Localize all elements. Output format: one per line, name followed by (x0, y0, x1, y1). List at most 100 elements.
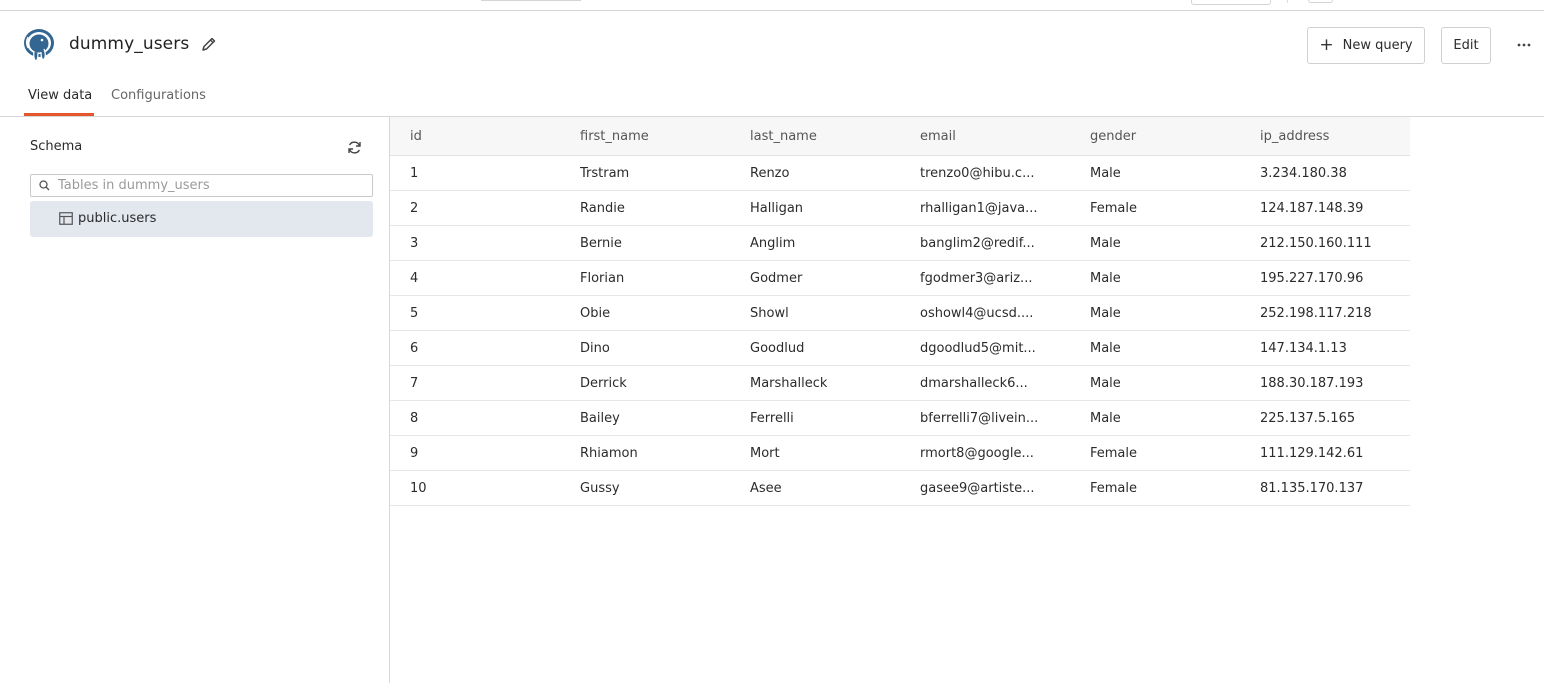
table-row[interactable]: 3 Bernie Anglim banglim2@redif... Male 2… (390, 226, 1410, 261)
cell-ip-address: 111.129.142.61 (1260, 445, 1364, 461)
cell-id: 9 (410, 445, 419, 461)
cell-last-name: Anglim (750, 235, 796, 251)
cell-ip-address: 124.187.148.39 (1260, 200, 1364, 216)
cell-first-name: Gussy (580, 480, 620, 496)
active-tab-indicator (24, 113, 94, 116)
cell-ip-address: 147.134.1.13 (1260, 340, 1347, 356)
column-header-last-name[interactable]: last_name (750, 117, 900, 155)
cell-email: bferrelli7@livein... (920, 410, 1038, 426)
cell-last-name: Godmer (750, 270, 803, 286)
cell-gender: Female (1090, 445, 1138, 461)
column-header-id[interactable]: id (410, 117, 560, 155)
cell-email: banglim2@redif... (920, 235, 1035, 251)
new-query-label: New query (1342, 38, 1413, 53)
toolbar-fragment (1287, 0, 1293, 3)
top-toolbar-strip (0, 0, 1544, 11)
tab-configurations[interactable]: Configurations (111, 88, 206, 116)
cell-gender: Male (1090, 165, 1121, 181)
cell-last-name: Renzo (750, 165, 790, 181)
cell-id: 10 (410, 480, 427, 496)
cell-first-name: Dino (580, 340, 610, 356)
cell-email: trenzo0@hibu.c... (920, 165, 1035, 181)
sidebar-item-public-users[interactable]: public.users (30, 201, 373, 237)
schema-sidebar: Schema public.users (0, 117, 390, 683)
cell-id: 1 (410, 165, 419, 181)
table-row[interactable]: 9 Rhiamon Mort rmort8@google... Female 1… (390, 436, 1410, 471)
plus-icon: + (1319, 35, 1334, 55)
cell-ip-address: 252.198.117.218 (1260, 305, 1372, 321)
table-icon (59, 212, 73, 225)
page-header: dummy_users + New query Edit (0, 11, 1544, 81)
cell-ip-address: 81.135.170.137 (1260, 480, 1364, 496)
cell-first-name: Trstram (580, 165, 630, 181)
schema-heading: Schema (30, 139, 83, 154)
tab-view-data[interactable]: View data (28, 88, 92, 116)
cell-first-name: Obie (580, 305, 611, 321)
cell-email: rmort8@google... (920, 445, 1034, 461)
table-row[interactable]: 2 Randie Halligan rhalligan1@java.... Fe… (390, 191, 1410, 226)
toolbar-fragment (1191, 0, 1271, 5)
data-table: id first_name last_name email gender ip_… (390, 117, 1410, 506)
pencil-icon[interactable] (200, 35, 218, 53)
cell-first-name: Florian (580, 270, 625, 286)
cell-id: 7 (410, 375, 419, 391)
table-row[interactable]: 5 Obie Showl oshowl4@ucsd.... Male 252.1… (390, 296, 1410, 331)
search-icon (39, 180, 50, 191)
cell-id: 5 (410, 305, 419, 321)
column-header-first-name[interactable]: first_name (580, 117, 730, 155)
cell-last-name: Mort (750, 445, 780, 461)
cell-last-name: Halligan (750, 200, 804, 216)
sidebar-item-label: public.users (78, 211, 157, 226)
table-row[interactable]: 6 Dino Goodlud dgoodlud5@mit... Male 147… (390, 331, 1410, 366)
cell-id: 2 (410, 200, 419, 216)
cell-email: oshowl4@ucsd.... (920, 305, 1034, 321)
cell-ip-address: 195.227.170.96 (1260, 270, 1364, 286)
cell-last-name: Goodlud (750, 340, 805, 356)
column-header-ip-address[interactable]: ip_address (1260, 117, 1410, 155)
cell-first-name: Bernie (580, 235, 622, 251)
cell-ip-address: 3.234.180.38 (1260, 165, 1347, 181)
table-row[interactable]: 4 Florian Godmer fgodmer3@ariz... Male 1… (390, 261, 1410, 296)
cell-last-name: Showl (750, 305, 789, 321)
toolbar-fragment (1308, 0, 1333, 3)
cell-email: dgoodlud5@mit... (920, 340, 1036, 356)
toolbar-fragment (481, 0, 581, 1)
new-query-button[interactable]: + New query (1307, 27, 1425, 64)
page-title: dummy_users (69, 34, 190, 54)
cell-gender: Male (1090, 375, 1121, 391)
edit-button[interactable]: Edit (1441, 27, 1491, 64)
edit-label: Edit (1453, 38, 1479, 53)
cell-id: 4 (410, 270, 419, 286)
cell-gender: Male (1090, 305, 1121, 321)
cell-email: gasee9@artiste... (920, 480, 1035, 496)
postgresql-logo (24, 29, 54, 62)
cell-email: dmarshalleck6... (920, 375, 1028, 391)
tab-bar: View data Configurations (0, 81, 1544, 117)
table-row[interactable]: 10 Gussy Asee gasee9@artiste... Female 8… (390, 471, 1410, 506)
table-search-field[interactable] (30, 174, 373, 197)
cell-ip-address: 188.30.187.193 (1260, 375, 1364, 391)
table-header-row: id first_name last_name email gender ip_… (390, 117, 1410, 156)
cell-ip-address: 225.137.5.165 (1260, 410, 1356, 426)
cell-first-name: Randie (580, 200, 625, 216)
cell-gender: Male (1090, 235, 1121, 251)
cell-ip-address: 212.150.160.111 (1260, 235, 1372, 251)
table-row[interactable]: 7 Derrick Marshalleck dmarshalleck6... M… (390, 366, 1410, 401)
cell-last-name: Ferrelli (750, 410, 794, 426)
column-header-email[interactable]: email (920, 117, 1038, 155)
table-search-input[interactable] (58, 176, 358, 195)
cell-email: rhalligan1@java.... (920, 200, 1038, 216)
column-header-gender[interactable]: gender (1090, 117, 1240, 155)
cell-id: 3 (410, 235, 419, 251)
table-row[interactable]: 8 Bailey Ferrelli bferrelli7@livein... M… (390, 401, 1410, 436)
ellipsis-icon (1517, 43, 1531, 47)
cell-id: 6 (410, 340, 419, 356)
cell-id: 8 (410, 410, 419, 426)
more-options-button[interactable] (1510, 33, 1538, 57)
cell-gender: Female (1090, 200, 1138, 216)
cell-first-name: Rhiamon (580, 445, 638, 461)
table-row[interactable]: 1 Trstram Renzo trenzo0@hibu.c... Male 3… (390, 156, 1410, 191)
cell-email: fgodmer3@ariz... (920, 270, 1033, 286)
refresh-icon[interactable] (346, 139, 363, 156)
cell-last-name: Asee (750, 480, 782, 496)
